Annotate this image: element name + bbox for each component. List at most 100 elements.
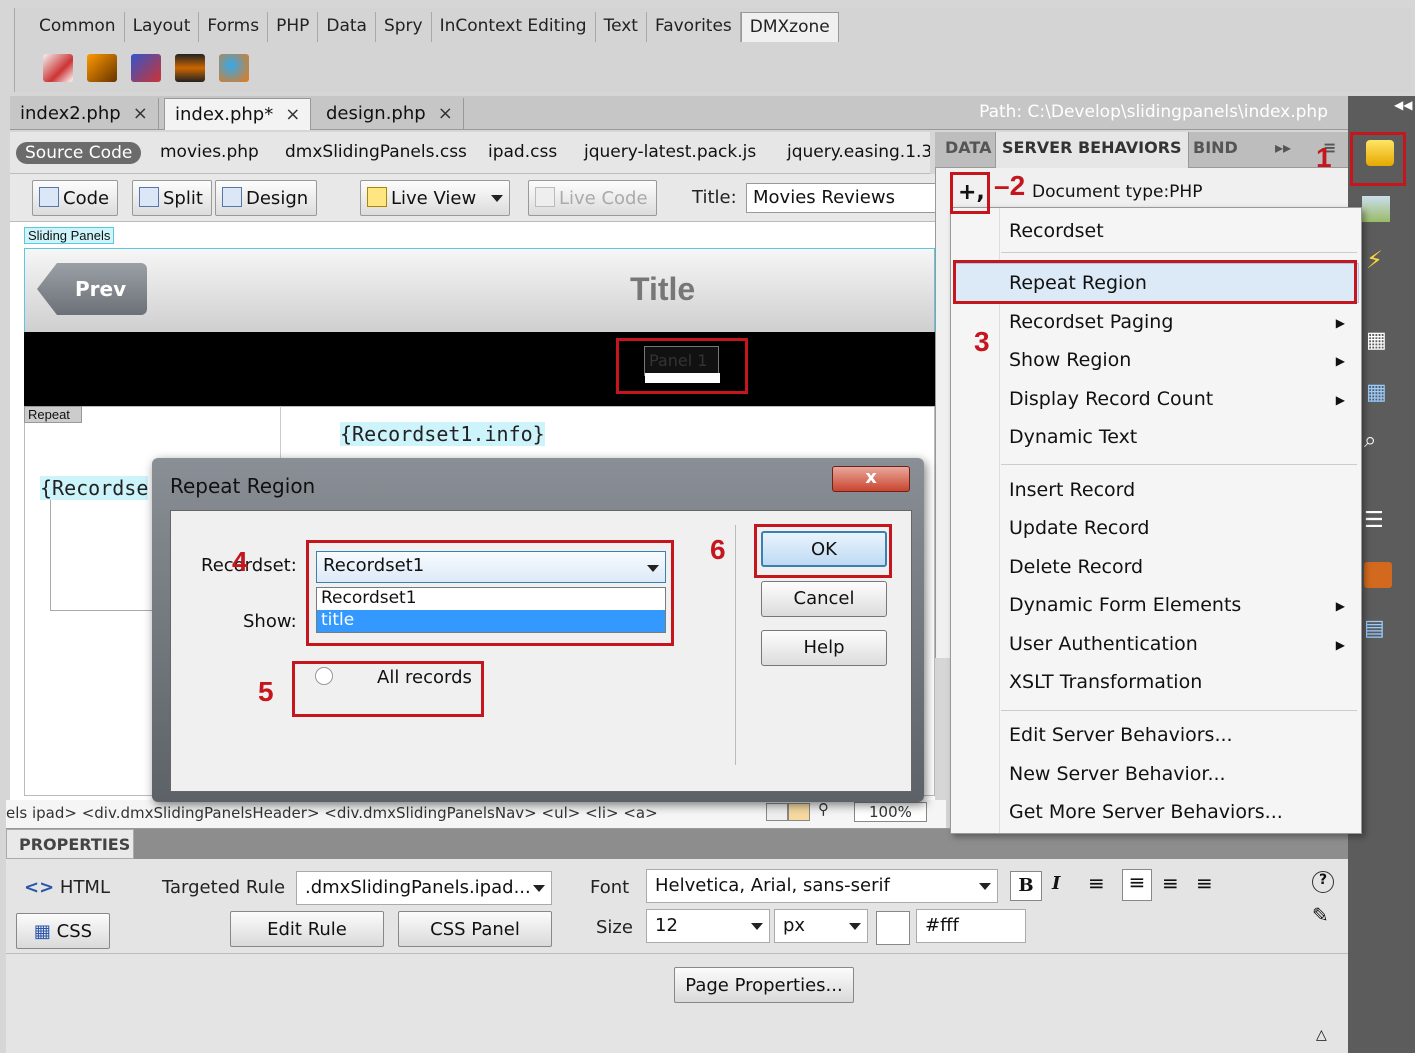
edit-icon[interactable]: ✎ xyxy=(1312,903,1329,927)
align-justify-icon[interactable]: ≡ xyxy=(1196,871,1213,895)
align-right-icon[interactable]: ≡ xyxy=(1162,871,1179,895)
submenu-arrow-icon: ▶ xyxy=(1335,354,1345,368)
menu-item-insert-record[interactable]: Insert Record xyxy=(1009,479,1135,501)
snippets-icon[interactable]: ▤ xyxy=(1364,616,1392,642)
close-icon[interactable]: × xyxy=(438,103,453,124)
bold-button[interactable]: B xyxy=(1010,871,1042,901)
annotation-number: 6 xyxy=(710,534,726,565)
insert-icons xyxy=(43,54,249,82)
size-select[interactable]: 12 xyxy=(646,909,770,943)
related-file[interactable]: movies.php xyxy=(160,142,259,162)
insert-bar: Common Layout Forms PHP Data Spry InCont… xyxy=(14,8,1412,92)
menu-item-delete-record[interactable]: Delete Record xyxy=(1009,556,1143,578)
code-view-button[interactable]: Code xyxy=(32,180,119,216)
italic-button[interactable]: I xyxy=(1052,873,1060,894)
chevron-down-icon[interactable] xyxy=(491,195,503,202)
menu-item-display-record-count[interactable]: Display Record Count xyxy=(1009,388,1213,410)
bindings-icon[interactable] xyxy=(1362,196,1390,222)
menu-item-xslt-transformation[interactable]: XSLT Transformation xyxy=(1009,671,1202,693)
insert-slider-icon[interactable] xyxy=(87,54,117,82)
align-left-icon[interactable]: ≡ xyxy=(1088,871,1105,895)
unit-select[interactable]: px xyxy=(774,909,868,943)
help-button[interactable]: Help xyxy=(761,630,887,666)
menu-item-recordset[interactable]: Recordset xyxy=(1009,220,1104,242)
color-field[interactable]: #fff xyxy=(916,909,1026,943)
expand-icon[interactable]: ▸▸ xyxy=(1275,138,1291,157)
collapse-icon[interactable]: ◀◀ xyxy=(1394,98,1412,112)
live-view-button[interactable]: Live View xyxy=(360,180,510,216)
properties-header[interactable]: PROPERTIES xyxy=(6,829,134,859)
related-file[interactable]: jquery.easing.1.3 xyxy=(787,142,930,162)
insert-tab-layout[interactable]: Layout xyxy=(125,12,200,42)
css-styles-icon[interactable]: ▦ xyxy=(1366,380,1394,406)
insert-tab-incontext[interactable]: InContext Editing xyxy=(432,12,596,42)
tab-bindings[interactable]: BIND xyxy=(1193,138,1238,157)
font-label: Font xyxy=(590,877,630,898)
insert-tab-forms[interactable]: Forms xyxy=(199,12,269,42)
align-center-icon[interactable]: ≡ xyxy=(1122,869,1152,901)
css-mode-button[interactable]: ▦ CSS xyxy=(16,913,110,949)
menu-item-show-region[interactable]: Show Region xyxy=(1009,349,1131,371)
menu-item-dynamic-text[interactable]: Dynamic Text xyxy=(1009,426,1137,448)
assets-icon[interactable] xyxy=(1364,562,1392,588)
tab-design[interactable]: design.php × xyxy=(316,98,464,130)
dynamic-text-info[interactable]: {Recordset1.info} xyxy=(340,422,545,446)
zoom-icon[interactable]: ⚲ xyxy=(818,800,829,818)
tag-selector[interactable]: els ipad> <div.dmxSlidingPanelsHeader> <… xyxy=(6,800,946,828)
insert-panel-icon[interactable] xyxy=(175,54,205,82)
insert-gallery-icon[interactable] xyxy=(131,54,161,82)
related-file[interactable]: jquery-latest.pack.js xyxy=(584,142,756,162)
table-icon[interactable]: ▦ xyxy=(1366,328,1394,354)
design-view-button[interactable]: Design xyxy=(215,180,318,216)
close-icon[interactable]: × xyxy=(285,104,300,125)
insert-tab-data[interactable]: Data xyxy=(318,12,376,42)
tab-index2[interactable]: index2.php × xyxy=(10,98,159,130)
menu-item-edit-server-behaviors[interactable]: Edit Server Behaviors... xyxy=(1009,724,1233,746)
edit-rule-button[interactable]: Edit Rule xyxy=(230,911,384,947)
hand-icon[interactable] xyxy=(788,803,810,821)
title-field[interactable]: Movies Reviews xyxy=(746,183,946,213)
insert-tab-php[interactable]: PHP xyxy=(268,12,319,42)
insert-tab-favorites[interactable]: Favorites xyxy=(647,12,741,42)
zoom-select[interactable]: 100% xyxy=(854,802,927,822)
source-code-button[interactable]: Source Code xyxy=(16,142,142,164)
tab-index[interactable]: index.php* × xyxy=(164,98,312,130)
tab-data[interactable]: DATA xyxy=(945,138,991,157)
font-select[interactable]: Helvetica, Arial, sans-serif xyxy=(646,869,998,903)
insert-tab-spry[interactable]: Spry xyxy=(376,12,432,42)
cancel-button[interactable]: Cancel xyxy=(761,581,887,617)
insert-widget-icon[interactable] xyxy=(43,54,73,82)
live-code-button: Live Code xyxy=(528,180,657,216)
lightning-icon[interactable]: ⚡ xyxy=(1366,246,1394,274)
menu-item-get-more-server-behaviors[interactable]: Get More Server Behaviors... xyxy=(1009,801,1283,823)
pointer-icon[interactable] xyxy=(766,803,788,821)
menu-item-dynamic-form-elements[interactable]: Dynamic Form Elements xyxy=(1009,594,1241,616)
document-path: Path: C:\Develop\slidingpanels\index.php xyxy=(979,102,1328,122)
related-file[interactable]: dmxSlidingPanels.css xyxy=(285,142,467,162)
html-mode-button[interactable]: <> HTML xyxy=(24,877,110,898)
targeted-rule-select[interactable]: .dmxSlidingPanels.ipad... xyxy=(296,871,552,905)
split-view-button[interactable]: Split xyxy=(132,180,212,216)
menu-item-update-record[interactable]: Update Record xyxy=(1009,517,1150,539)
dynamic-text-field[interactable]: {Recordse xyxy=(40,476,149,500)
annotation-box xyxy=(292,661,484,717)
help-icon[interactable]: ? xyxy=(1312,871,1334,893)
page-properties-button[interactable]: Page Properties... xyxy=(674,967,854,1003)
collapse-icon[interactable]: △ xyxy=(1316,1027,1327,1043)
close-button[interactable]: x xyxy=(832,466,910,492)
menu-item-recordset-paging[interactable]: Recordset Paging xyxy=(1009,311,1173,333)
css-panel-button[interactable]: CSS Panel xyxy=(398,911,552,947)
close-icon[interactable]: × xyxy=(133,103,148,124)
menu-item-user-authentication[interactable]: User Authentication xyxy=(1009,633,1198,655)
prev-button[interactable]: Prev xyxy=(37,263,147,315)
related-file[interactable]: ipad.css xyxy=(488,142,557,162)
insert-tab-text[interactable]: Text xyxy=(596,12,647,42)
sitemap-icon[interactable]: ☰ xyxy=(1364,508,1392,534)
inspect-icon[interactable]: ⌕ xyxy=(1364,428,1392,454)
insert-tab-common[interactable]: Common xyxy=(31,12,125,42)
insert-tab-dmxzone[interactable]: DMXzone xyxy=(740,12,839,42)
tab-server-behaviors[interactable]: SERVER BEHAVIORS xyxy=(995,132,1189,168)
insert-rotator-icon[interactable] xyxy=(219,54,249,82)
menu-item-new-server-behavior[interactable]: New Server Behavior... xyxy=(1009,763,1226,785)
color-swatch[interactable] xyxy=(876,911,910,945)
